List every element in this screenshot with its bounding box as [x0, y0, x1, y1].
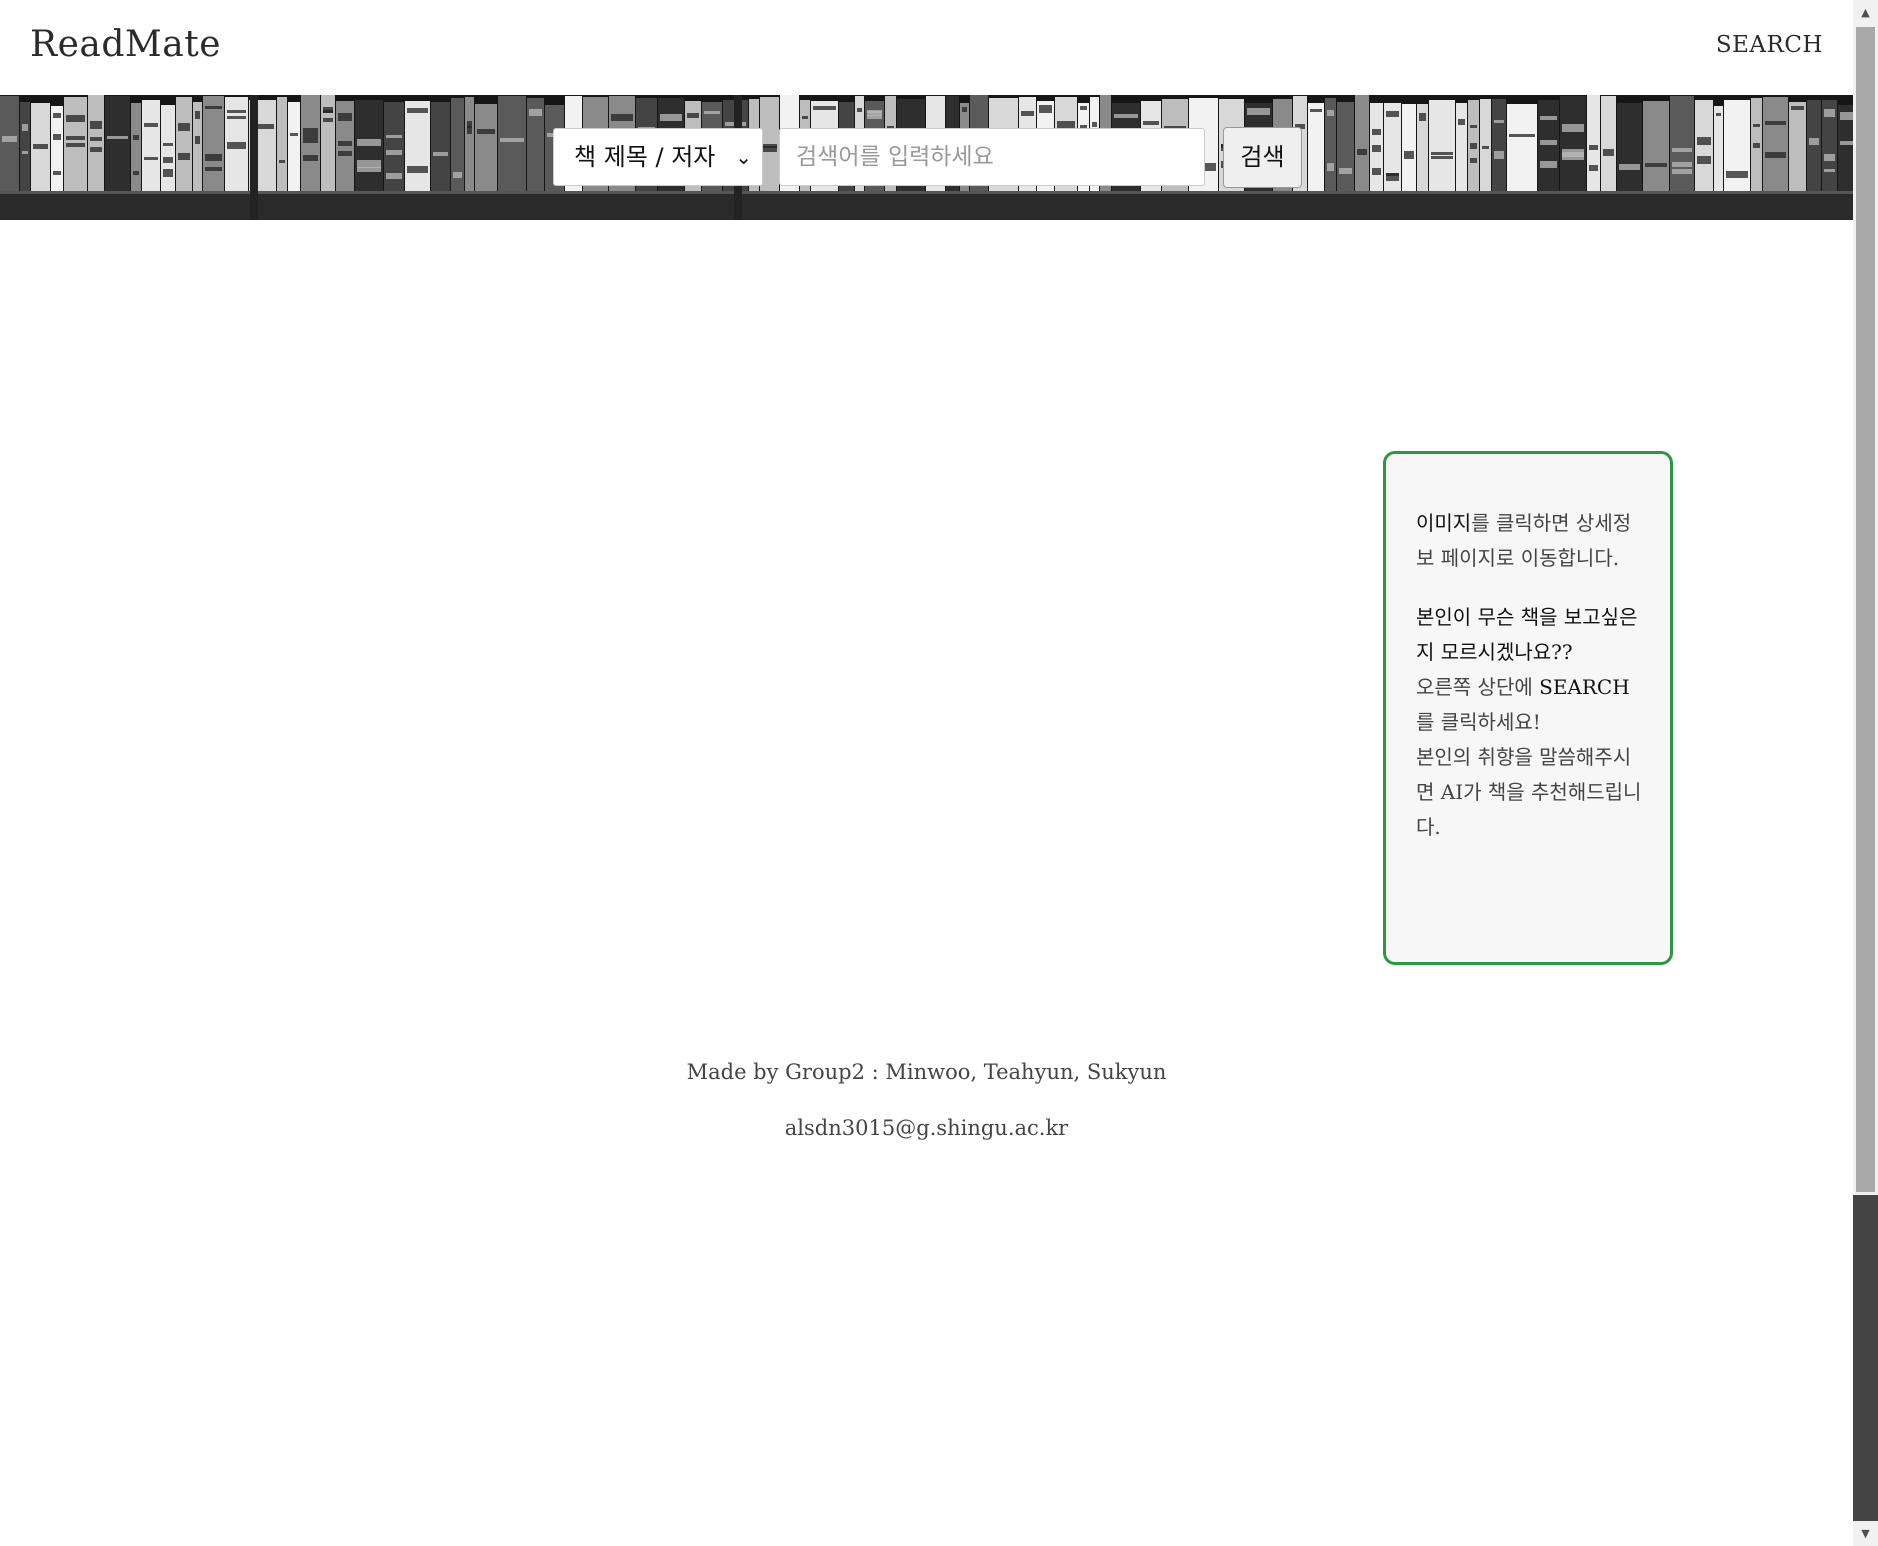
search-button[interactable]: 검색 — [1223, 127, 1302, 188]
footer-email: alsdn3015@g.shingu.ac.kr — [784, 1116, 1069, 1140]
search-type-value: 책 제목 / 저자 — [574, 143, 716, 171]
nav-search-link[interactable]: SEARCH — [1716, 32, 1823, 58]
info-card: 이미지를 클릭하면 상세정보 페이지로 이동합니다. 본인이 무슨 책을 보고싶… — [1383, 451, 1673, 965]
scroll-down-arrow-icon[interactable]: ▼ — [1853, 1521, 1878, 1546]
footer-credit: Made by Group2 : Minwoo, Teahyun, Sukyun — [686, 1060, 1167, 1084]
navbar: ReadMate SEARCH — [0, 0, 1853, 95]
info-instruction-prefix: 오른쪽 상단에 — [1416, 675, 1540, 699]
info-line-1: 이미지를 클릭하면 상세정보 페이지로 이동합니다. — [1416, 506, 1642, 576]
info-instruction-suffix: 를 클릭하세요! — [1416, 710, 1541, 734]
info-ai-text: 본인의 취향을 말씀해주시면 AI가 책을 추천해드립니다. — [1416, 745, 1642, 839]
page: ReadMate SEARCH 책 제목 / 저자 ⌄ 검색어를 입력하세요 검… — [0, 0, 1853, 1546]
scroll-up-arrow-icon[interactable]: ▲ — [1853, 0, 1878, 25]
info-instruction: 오른쪽 상단에 SEARCH 를 클릭하세요! — [1416, 670, 1642, 740]
info-instruction-search: SEARCH — [1539, 675, 1630, 699]
search-input-placeholder: 검색어를 입력하세요 — [796, 144, 994, 170]
info-image-label: 이미지 — [1416, 511, 1472, 535]
info-question: 본인이 무슨 책을 보고싶은지 모르시겠나요?? — [1416, 605, 1638, 664]
search-input[interactable]: 검색어를 입력하세요 — [779, 128, 1205, 186]
search-type-select[interactable]: 책 제목 / 저자 ⌄ — [553, 128, 763, 186]
brand-logo[interactable]: ReadMate — [30, 24, 221, 65]
scrollbar-thumb[interactable] — [1856, 27, 1875, 1192]
scrollbar-track-lower — [1853, 1195, 1878, 1521]
chevron-down-icon: ⌄ — [735, 145, 752, 169]
scrollbar[interactable]: ▲ ▼ — [1853, 0, 1878, 1546]
